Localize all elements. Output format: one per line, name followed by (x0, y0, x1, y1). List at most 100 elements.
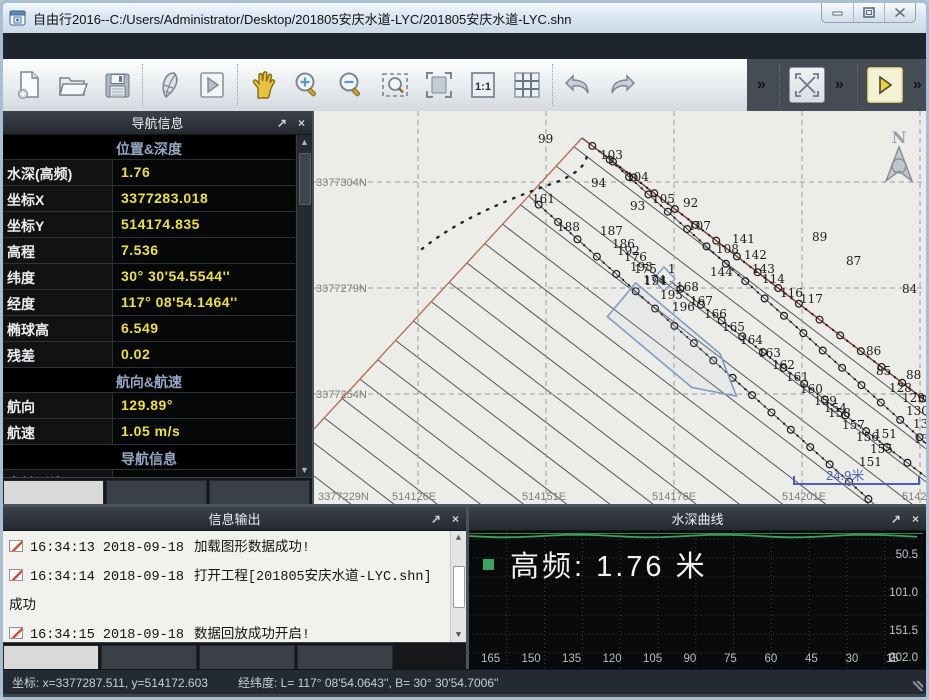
scroll-down-icon[interactable]: ▼ (456, 630, 461, 640)
menu-item[interactable] (139, 33, 161, 59)
menu-item[interactable] (29, 33, 51, 59)
pan-button[interactable] (241, 62, 285, 108)
log-tab[interactable] (199, 645, 295, 669)
grid-button[interactable] (505, 62, 549, 108)
save-button[interactable] (95, 62, 139, 108)
svg-text:50.5: 50.5 (896, 549, 918, 561)
play-view-button[interactable] (190, 62, 234, 108)
nav-tab[interactable] (209, 480, 310, 504)
nav-table-row: 残差 0.02 (3, 342, 295, 368)
minimize-button[interactable] (822, 3, 853, 22)
nav-row-label: 航向&航速 (112, 368, 186, 392)
menu-item[interactable] (117, 33, 139, 59)
nav-scrollbar[interactable]: ▲ ▼ (296, 135, 312, 477)
svg-text:188: 188 (557, 220, 580, 234)
log-panel-title: 信息输出 (208, 509, 260, 528)
open-project-button[interactable] (51, 62, 95, 108)
svg-text:514225E: 514225E (902, 491, 926, 503)
nav-row-label: 水深(高频) (3, 160, 113, 185)
title-bar[interactable]: 自由行2016--C:/Users/Administrator/Desktop/… (3, 3, 926, 33)
replay-button[interactable] (867, 67, 903, 103)
zoom-window-button[interactable] (373, 62, 417, 108)
zoom-out-button[interactable] (329, 62, 373, 108)
redo-button[interactable] (600, 62, 644, 108)
navigation-panel-titlebar: 导航信息 ↗ × (3, 111, 312, 135)
svg-text:151: 151 (874, 427, 897, 441)
plot-pen-button[interactable] (146, 62, 190, 108)
new-file-button[interactable] (7, 62, 51, 108)
scale-label: 24.9米 (826, 468, 864, 483)
panel-float-icon[interactable]: ↗ (891, 512, 901, 526)
zoom-out-icon (337, 71, 365, 99)
nav-row-value: 514174.835 (113, 212, 295, 237)
scroll-up-icon[interactable]: ▲ (300, 137, 309, 147)
log-scrollbar[interactable]: ▲ ▼ (450, 531, 466, 642)
svg-text:117: 117 (800, 292, 823, 306)
nav-table-row: 坐标X 3377283.018 (3, 186, 295, 212)
toolbar-overflow-chevron[interactable]: » (831, 76, 848, 94)
svg-text:75: 75 (724, 653, 737, 665)
scrollbar-thumb[interactable] (453, 566, 465, 608)
maximize-button[interactable] (853, 3, 884, 22)
toolbar: 1:1 » » » (3, 59, 926, 111)
toolbar-separator (237, 64, 238, 106)
menu-item[interactable] (73, 33, 95, 59)
svg-text:144: 144 (710, 265, 733, 279)
nav-panel-tabs (3, 477, 312, 504)
log-tab[interactable] (297, 645, 393, 669)
svg-text:166: 166 (704, 307, 727, 321)
nav-table-row: 导航信息 (3, 445, 295, 470)
nav-tab[interactable] (106, 480, 207, 504)
close-button[interactable] (884, 3, 915, 22)
nav-row-label: 残差 (3, 342, 113, 367)
fit-extents-button[interactable] (789, 67, 825, 103)
log-tab[interactable] (101, 645, 197, 669)
full-extent-icon (425, 71, 453, 99)
menu-item[interactable] (95, 33, 117, 59)
scrollbar-thumb[interactable] (299, 153, 311, 205)
actual-size-button[interactable]: 1:1 (461, 62, 505, 108)
map-canvas[interactable]: 1 99103104941059392107108141142143898714… (314, 111, 926, 504)
svg-text:105: 105 (652, 192, 675, 206)
menu-item[interactable] (51, 33, 73, 59)
pan-hand-icon (249, 70, 277, 100)
depth-readout: 高频: 1.76 米 (510, 543, 708, 585)
scale-bar: 24.9米 (794, 468, 919, 484)
menu-item[interactable] (7, 33, 29, 59)
panel-close-icon[interactable]: × (912, 512, 919, 526)
panel-float-icon[interactable]: ↗ (277, 116, 287, 130)
log-note-icon (9, 540, 23, 552)
panel-float-icon[interactable]: ↗ (431, 512, 441, 526)
log-tab[interactable] (3, 645, 99, 669)
toolbar-overflow-chevron[interactable]: » (909, 76, 926, 94)
nav-table-row: 纬度 30° 30'54.5544'' (3, 264, 295, 290)
svg-text:86: 86 (866, 344, 881, 358)
menu-item[interactable] (183, 33, 205, 59)
toolbar-separator (142, 64, 143, 106)
dotted-turn-arc (422, 151, 587, 249)
menu-item[interactable] (161, 33, 183, 59)
panel-close-icon[interactable]: × (452, 512, 459, 526)
nav-table-row: 航向&航速 (3, 368, 295, 393)
nav-table-row: 当前测线 1 (3, 470, 295, 477)
zoom-in-button[interactable] (285, 62, 329, 108)
svg-text:3377229N: 3377229N (318, 491, 369, 503)
scroll-down-icon[interactable]: ▼ (300, 465, 309, 475)
undo-button[interactable] (556, 62, 600, 108)
nav-table-row: 椭球高 6.549 (3, 316, 295, 342)
nav-row-value: 3377283.018 (113, 186, 295, 211)
toolbar-overflow-chevron[interactable]: » (753, 76, 770, 94)
log-entry: 16:34:13 2018-09-18加载图形数据成功! (9, 534, 444, 563)
svg-text:151.5: 151.5 (889, 625, 918, 637)
svg-text:164: 164 (740, 333, 763, 347)
toolbar-separator (779, 64, 780, 106)
status-latlon: 经纬度: L= 117° 08'54.0643'', B= 30° 30'54.… (238, 674, 499, 691)
scroll-up-icon[interactable]: ▲ (456, 533, 461, 543)
nav-row-value: 7.536 (113, 238, 295, 263)
full-extent-button[interactable] (417, 62, 461, 108)
svg-text:129: 129 (902, 391, 925, 405)
resize-grip[interactable] (913, 681, 923, 691)
panel-close-icon[interactable]: × (298, 116, 305, 130)
nav-tab[interactable] (3, 480, 104, 504)
svg-text:94: 94 (591, 176, 607, 190)
